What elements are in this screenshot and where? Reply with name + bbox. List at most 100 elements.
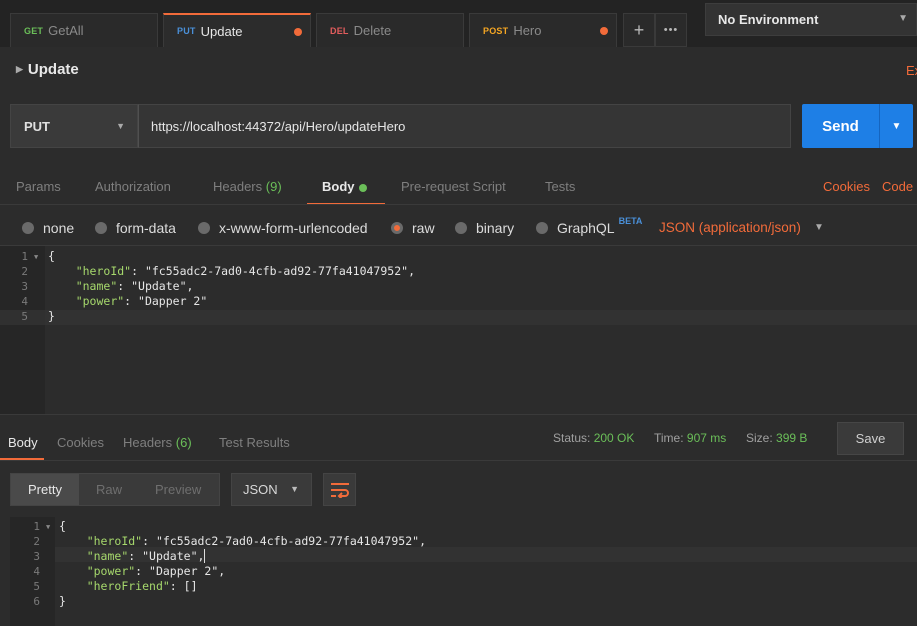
url-input[interactable]: https://localhost:44372/api/Hero/updateH… (138, 104, 791, 148)
tab-tests[interactable]: Tests (545, 179, 575, 194)
line-number: 5 (21, 310, 28, 323)
cookies-link[interactable]: Cookies (823, 179, 870, 194)
tab-authorization[interactable]: Authorization (95, 179, 171, 194)
radio-graphql[interactable]: GraphQL BETA (536, 216, 642, 236)
environment-value: No Environment (718, 12, 819, 27)
code-token: , (186, 279, 194, 293)
chevron-down-icon[interactable]: ▼ (814, 222, 824, 233)
wrap-lines-button[interactable] (323, 473, 356, 506)
view-preview-button[interactable]: Preview (155, 474, 201, 505)
code-token: : (117, 279, 132, 293)
radio-urlencoded[interactable]: x-www-form-urlencoded (198, 220, 368, 236)
radio-label: form-data (116, 220, 176, 236)
tab-headers-label: Headers (213, 179, 263, 194)
code-line: { (48, 249, 55, 263)
json-key: "heroFriend" (86, 579, 170, 593)
response-tab-headers[interactable]: Headers (6) (123, 435, 192, 450)
json-key: "heroId" (86, 534, 143, 548)
response-tab-test-results[interactable]: Test Results (219, 435, 290, 450)
response-format-select[interactable]: JSON ▼ (231, 473, 312, 506)
response-status: Status: 200 OK (553, 431, 634, 445)
radio-label: none (43, 220, 75, 236)
tab-hero[interactable]: POST Hero (469, 13, 617, 47)
tab-label: Update (200, 23, 243, 39)
send-options-button[interactable]: ▼ (879, 104, 913, 148)
active-line-highlight (45, 310, 917, 325)
line-number: 5 (33, 580, 40, 593)
format-value: JSON (243, 482, 278, 497)
tab-delete[interactable]: DEL Delete (316, 13, 464, 47)
tab-body-label: Body (322, 179, 355, 194)
line-number: 1 (21, 250, 28, 263)
tab-body[interactable]: Body (322, 179, 367, 194)
tab-prerequest-script[interactable]: Pre-request Script (401, 179, 506, 194)
radio-label: binary (476, 220, 515, 236)
response-tab-cookies[interactable]: Cookies (57, 435, 104, 450)
tab-options-button[interactable]: ••• (655, 13, 687, 47)
tab-method-badge: GET (24, 25, 44, 36)
radio-form-data[interactable]: form-data (95, 220, 176, 236)
radio-binary[interactable]: binary (455, 220, 514, 236)
response-view-toggle: Pretty Raw Preview (10, 473, 220, 506)
code-token: : (124, 294, 139, 308)
json-value: "fc55adc2-7ad0-4cfb-ad92-77fa41047952" (144, 264, 409, 278)
send-button[interactable]: Send (802, 104, 879, 148)
radio-circle (95, 222, 107, 234)
radio-raw[interactable]: raw (391, 220, 435, 236)
chevron-down-icon: ▼ (891, 120, 902, 132)
code-line: "heroId": "fc55adc2-7ad0-4cfb-ad92-77fa4… (59, 534, 426, 548)
content-type-select[interactable]: JSON (application/json) (659, 220, 801, 235)
save-response-button[interactable]: Save (837, 422, 904, 455)
json-value: "fc55adc2-7ad0-4cfb-ad92-77fa41047952" (155, 534, 420, 548)
size-label: Size: (746, 431, 773, 445)
divider (0, 204, 917, 205)
code-token: , (218, 564, 226, 578)
radio-circle (22, 222, 34, 234)
divider (0, 460, 917, 461)
fold-caret-icon[interactable]: ▼ (34, 253, 38, 261)
more-icon: ••• (663, 24, 679, 36)
code-token: } (59, 594, 66, 608)
tab-update[interactable]: PUT Update (163, 13, 311, 47)
radio-label: GraphQL (557, 220, 615, 236)
code-line: "heroFriend": [] (59, 579, 198, 593)
line-number: 6 (33, 595, 40, 608)
json-key: "name" (86, 549, 129, 563)
environment-select[interactable]: No Environment ▼ (705, 3, 917, 36)
examples-link[interactable]: Ex (906, 63, 917, 78)
tab-getall[interactable]: GET GetAll (10, 13, 158, 47)
code-link[interactable]: Code (882, 179, 913, 194)
response-tab-headers-label: Headers (123, 435, 173, 450)
code-line: "power": "Dapper 2", (59, 564, 226, 578)
response-tab-body[interactable]: Body (8, 435, 38, 450)
code-token: } (48, 309, 55, 323)
request-title[interactable]: ▶ Update (16, 61, 79, 78)
response-divider[interactable] (0, 414, 917, 415)
tab-params[interactable]: Params (16, 179, 61, 194)
request-name: Update (27, 61, 79, 78)
method-select[interactable]: PUT ▼ (10, 104, 138, 148)
json-value: "Update" (131, 279, 187, 293)
wrap-lines-icon (330, 482, 349, 498)
tab-label: Delete (353, 23, 392, 38)
line-number: 3 (33, 550, 40, 563)
fold-caret-icon[interactable]: ▼ (46, 523, 50, 531)
view-raw-button[interactable]: Raw (96, 474, 122, 505)
plus-icon: + (633, 19, 645, 40)
code-line: } (59, 594, 66, 608)
tab-method-badge: DEL (330, 25, 349, 36)
code-line: "heroId": "fc55adc2-7ad0-4cfb-ad92-77fa4… (48, 264, 415, 278)
code-token: : (142, 534, 156, 548)
url-value: https://localhost:44372/api/Hero/updateH… (151, 118, 406, 134)
code-line: "power": "Dapper 2" (48, 294, 208, 308)
chevron-down-icon: ▼ (898, 13, 908, 24)
new-tab-button[interactable]: + (623, 13, 655, 47)
radio-none[interactable]: none (22, 220, 74, 236)
body-set-indicator (358, 183, 367, 192)
line-number: 3 (21, 280, 28, 293)
tab-headers[interactable]: Headers (9) (213, 179, 282, 194)
view-pretty-button[interactable]: Pretty (11, 474, 79, 505)
